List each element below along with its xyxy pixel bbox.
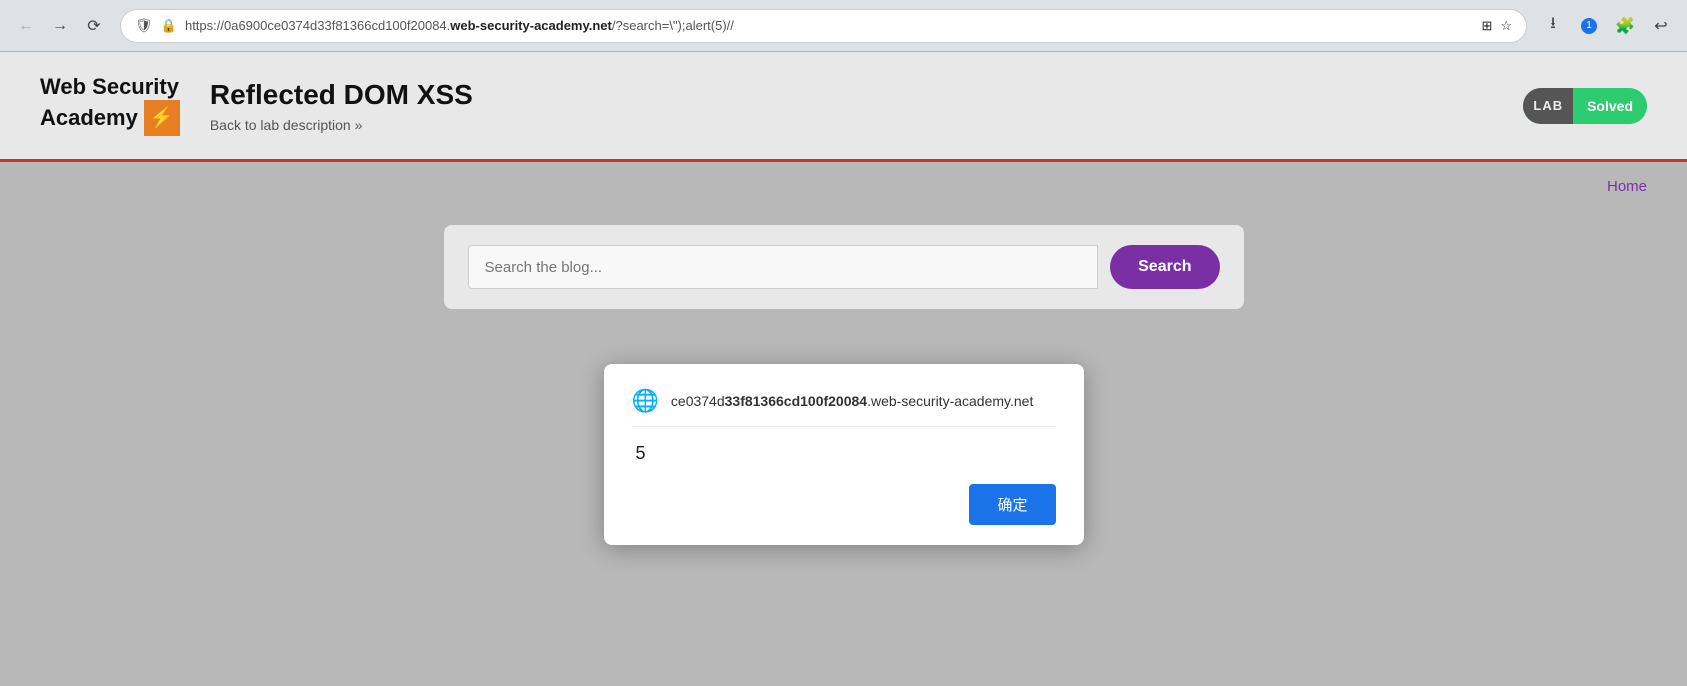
url-text: https://0a6900ce0374d33f81366cd100f20084…	[185, 18, 1473, 33]
bookmark-icon[interactable]: ☆	[1500, 18, 1512, 34]
lab-solved-badge: LAB Solved	[1523, 88, 1647, 124]
dialog-actions: 确定	[632, 484, 1056, 525]
url-suffix: /?search=\");alert(5)//	[612, 18, 734, 33]
forward-button[interactable]: →	[46, 12, 74, 40]
browser-actions: ⭳ 1 🧩 ↩	[1539, 12, 1675, 40]
lab-title-section: Reflected DOM XSS Back to lab descriptio…	[210, 79, 473, 133]
logo-academy-text: Academy	[40, 106, 138, 130]
logo-line2: Academy ⚡	[40, 100, 180, 136]
shield-icon: 🛡	[135, 17, 153, 34]
lock-icon: 🔒	[161, 18, 177, 34]
browser-chrome: ← → ⟳ 🛡 🔒 https://0a6900ce0374d33f81366c…	[0, 0, 1687, 52]
qr-icon[interactable]: ⊞	[1481, 18, 1492, 34]
origin-suffix: .web-security-academy.net	[867, 393, 1033, 409]
origin-prefix: ce0374d	[671, 393, 725, 409]
search-input[interactable]	[468, 245, 1099, 289]
search-button[interactable]: Search	[1110, 245, 1219, 289]
lab-badge-solved: Solved	[1573, 88, 1647, 124]
reload-button[interactable]: ⟳	[80, 12, 108, 40]
origin-bold: 33f81366cd100f20084	[725, 393, 867, 409]
history-back-icon[interactable]: ↩	[1647, 12, 1675, 40]
notification-badge: 1	[1581, 18, 1597, 34]
lab-header: Web Security Academy ⚡ Reflected DOM XSS…	[0, 52, 1687, 162]
home-link[interactable]: Home	[1607, 178, 1647, 195]
lab-header-left: Web Security Academy ⚡ Reflected DOM XSS…	[40, 75, 473, 135]
page-content: Home Search 🌐 ce0374d33f81366cd100f20084…	[0, 162, 1687, 686]
dialog-ok-button[interactable]: 确定	[969, 484, 1055, 525]
logo-line1: Web Security	[40, 75, 180, 99]
back-to-lab-link[interactable]: Back to lab description »	[210, 117, 473, 133]
dialog-header: 🌐 ce0374d33f81366cd100f20084.web-securit…	[632, 388, 1056, 427]
address-bar[interactable]: 🛡 🔒 https://0a6900ce0374d33f81366cd100f2…	[120, 9, 1527, 43]
page-nav: Home	[0, 162, 1687, 205]
extensions-icon[interactable]: 🧩	[1611, 12, 1639, 40]
lab-title: Reflected DOM XSS	[210, 79, 473, 111]
logo-lightning: ⚡	[144, 100, 180, 136]
dialog-origin: ce0374d33f81366cd100f20084.web-security-…	[671, 393, 1033, 409]
url-domain: web-security-academy.net	[450, 18, 612, 33]
nav-buttons: ← → ⟳	[12, 12, 108, 40]
download-icon[interactable]: ⭳	[1539, 12, 1567, 40]
back-button[interactable]: ←	[12, 12, 40, 40]
logo: Web Security Academy ⚡	[40, 75, 180, 135]
search-container: Search	[444, 225, 1244, 309]
search-area: Search	[0, 205, 1687, 329]
notifications-button[interactable]: 1	[1575, 12, 1603, 40]
alert-dialog: 🌐 ce0374d33f81366cd100f20084.web-securit…	[604, 364, 1084, 545]
lab-badge-label: LAB	[1523, 88, 1573, 124]
globe-icon: 🌐	[632, 388, 659, 414]
dialog-message: 5	[632, 443, 1056, 464]
url-prefix: https://0a6900ce0374d33f81366cd100f20084…	[185, 18, 450, 33]
